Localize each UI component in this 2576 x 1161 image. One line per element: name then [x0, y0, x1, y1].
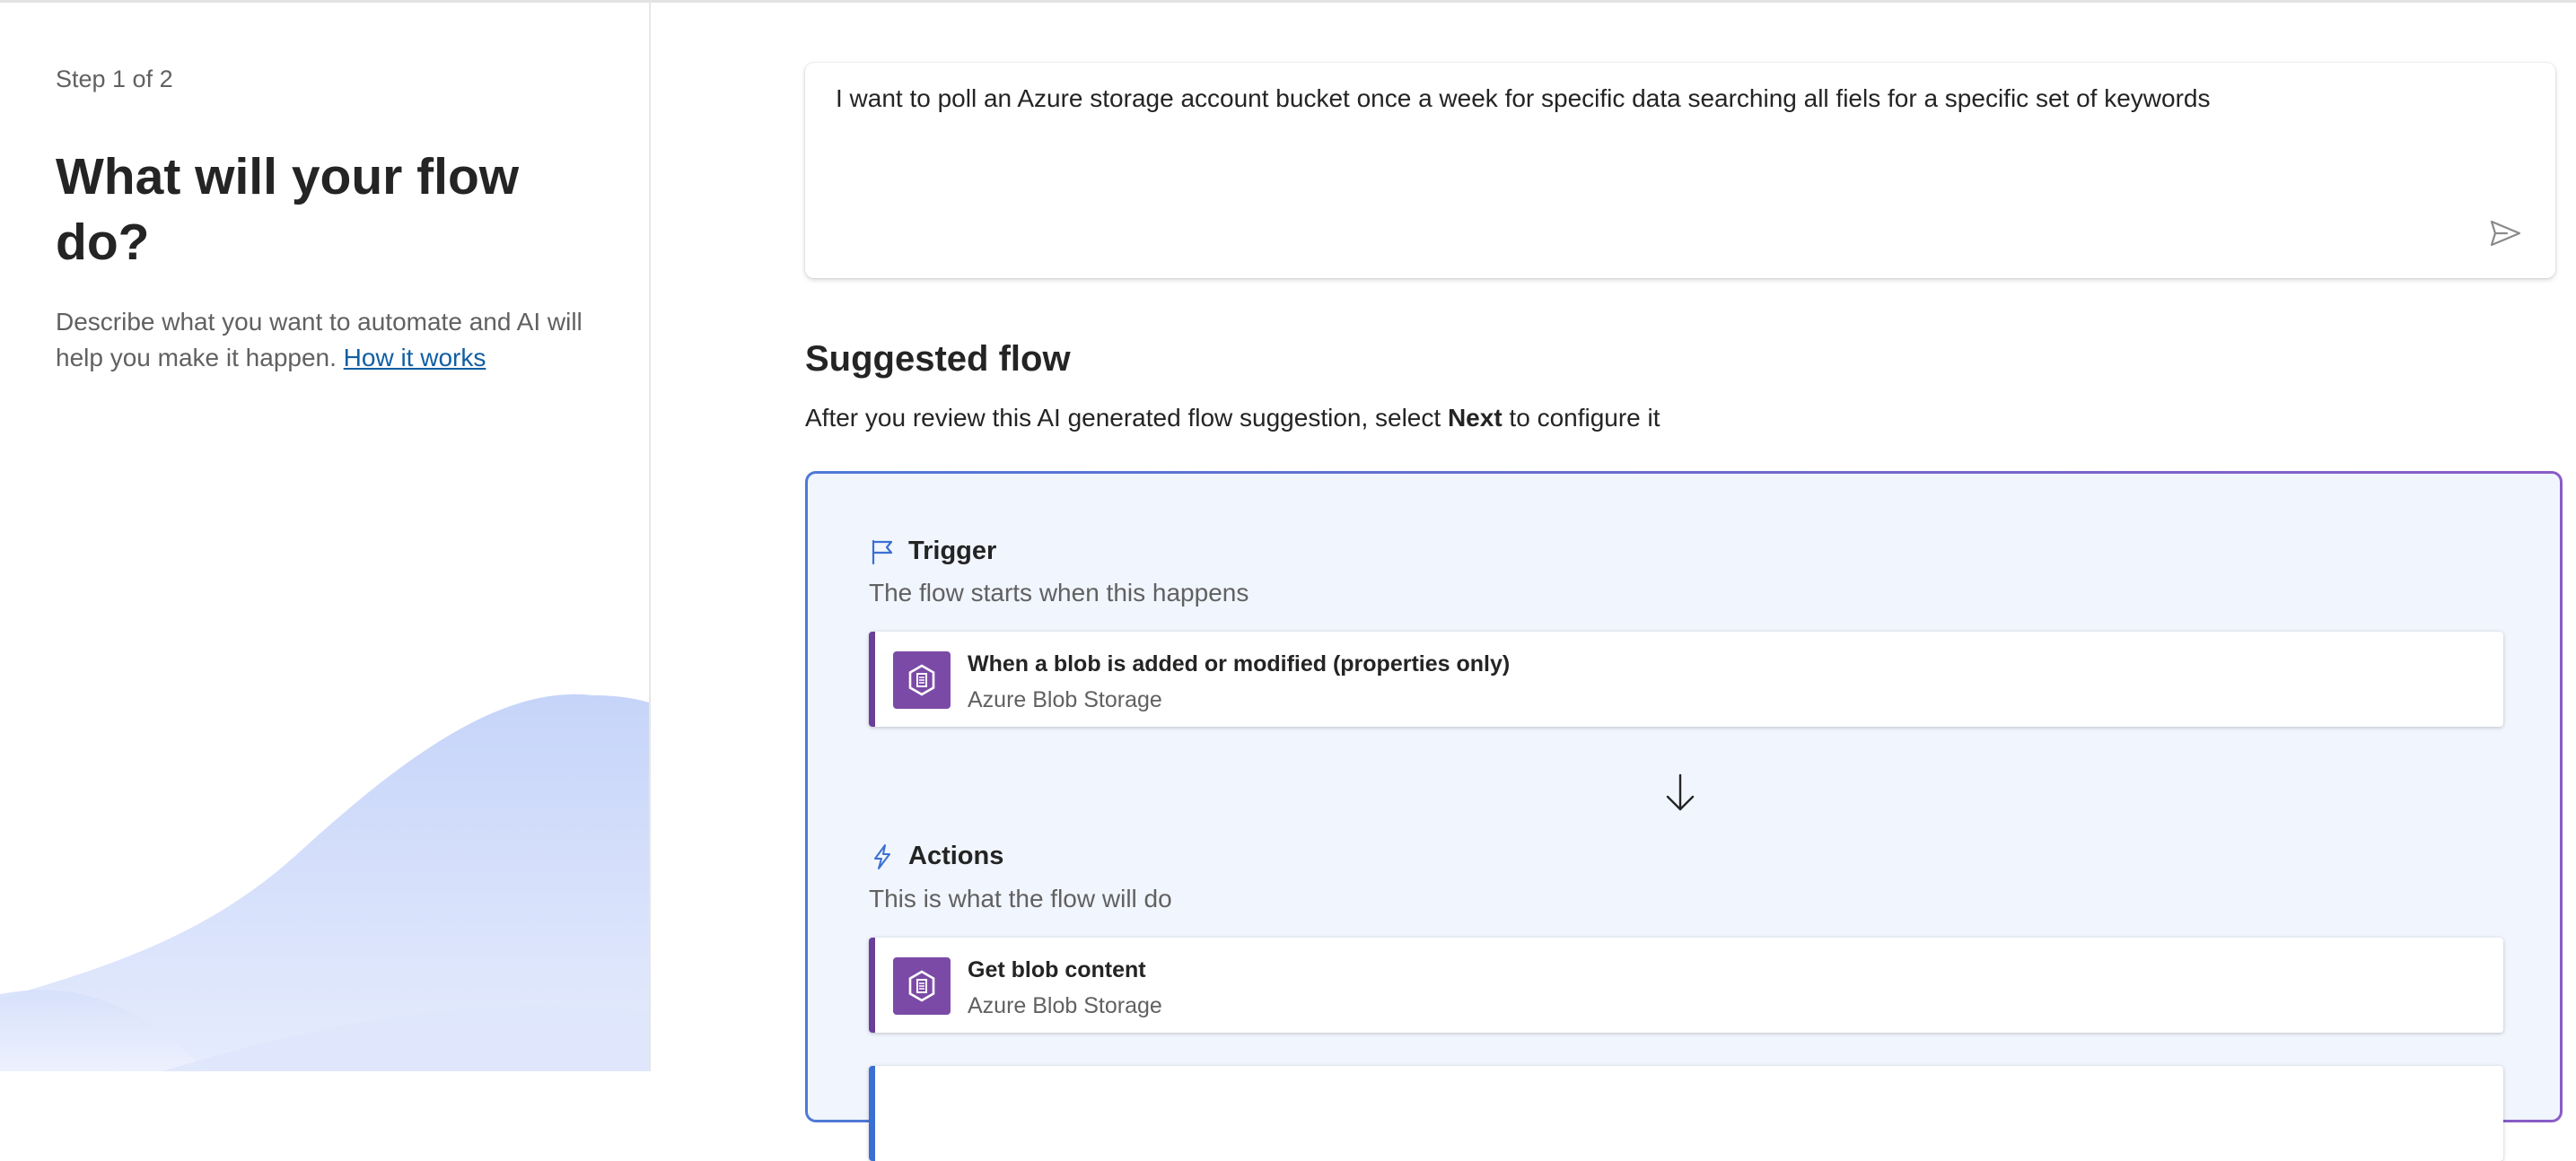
actions-description: This is what the flow will do [869, 885, 1172, 912]
trigger-description: The flow starts when this happens [869, 579, 1249, 607]
flag-icon [872, 539, 893, 564]
subtitle-post: to configure it [1502, 404, 1660, 432]
page-title: What will your flow do? [56, 148, 520, 271]
trigger-step-title: When a blob is added or modified (proper… [968, 651, 1511, 677]
how-it-works-link[interactable]: How it works [344, 344, 486, 371]
left-panel: Step 1 of 2 What will your flow do? Desc… [0, 3, 651, 1071]
step-indicator: Step 1 of 2 [56, 65, 173, 92]
action-step-card[interactable]: Get blob content Azure Blob Storage [869, 938, 2503, 1033]
suggested-flow-subtitle: After you review this AI generated flow … [805, 404, 1660, 432]
trigger-step-card[interactable]: When a blob is added or modified (proper… [869, 632, 2503, 727]
azure-blob-storage-icon [893, 651, 951, 709]
trigger-label: Trigger [908, 537, 997, 565]
subtitle-pre: After you review this AI generated flow … [805, 404, 1448, 432]
send-icon[interactable] [2487, 215, 2523, 251]
suggested-flow-title: Suggested flow [805, 339, 1071, 379]
description-text: Describe what you want to automate and A… [56, 308, 583, 371]
subtitle-bold: Next [1447, 404, 1503, 432]
arrow-down-icon [1666, 773, 1695, 811]
action-step-connector: Azure Blob Storage [968, 993, 1162, 1018]
page-description: Describe what you want to automate and A… [56, 304, 612, 376]
prompt-input-box[interactable]: I want to poll an Azure storage account … [805, 63, 2555, 278]
prompt-text[interactable]: I want to poll an Azure storage account … [836, 84, 2210, 113]
flow-suggestion-card: Trigger The flow starts when this happen… [805, 471, 2563, 1161]
trigger-step-connector: Azure Blob Storage [968, 687, 1162, 712]
next-action-step-card-partial[interactable] [869, 1066, 2503, 1161]
actions-header: Actions [869, 842, 1003, 871]
action-step-title: Get blob content [968, 957, 1146, 982]
lightning-icon [874, 843, 890, 869]
actions-label: Actions [908, 842, 1004, 870]
trigger-header: Trigger [869, 537, 996, 566]
azure-blob-storage-icon [893, 957, 951, 1015]
